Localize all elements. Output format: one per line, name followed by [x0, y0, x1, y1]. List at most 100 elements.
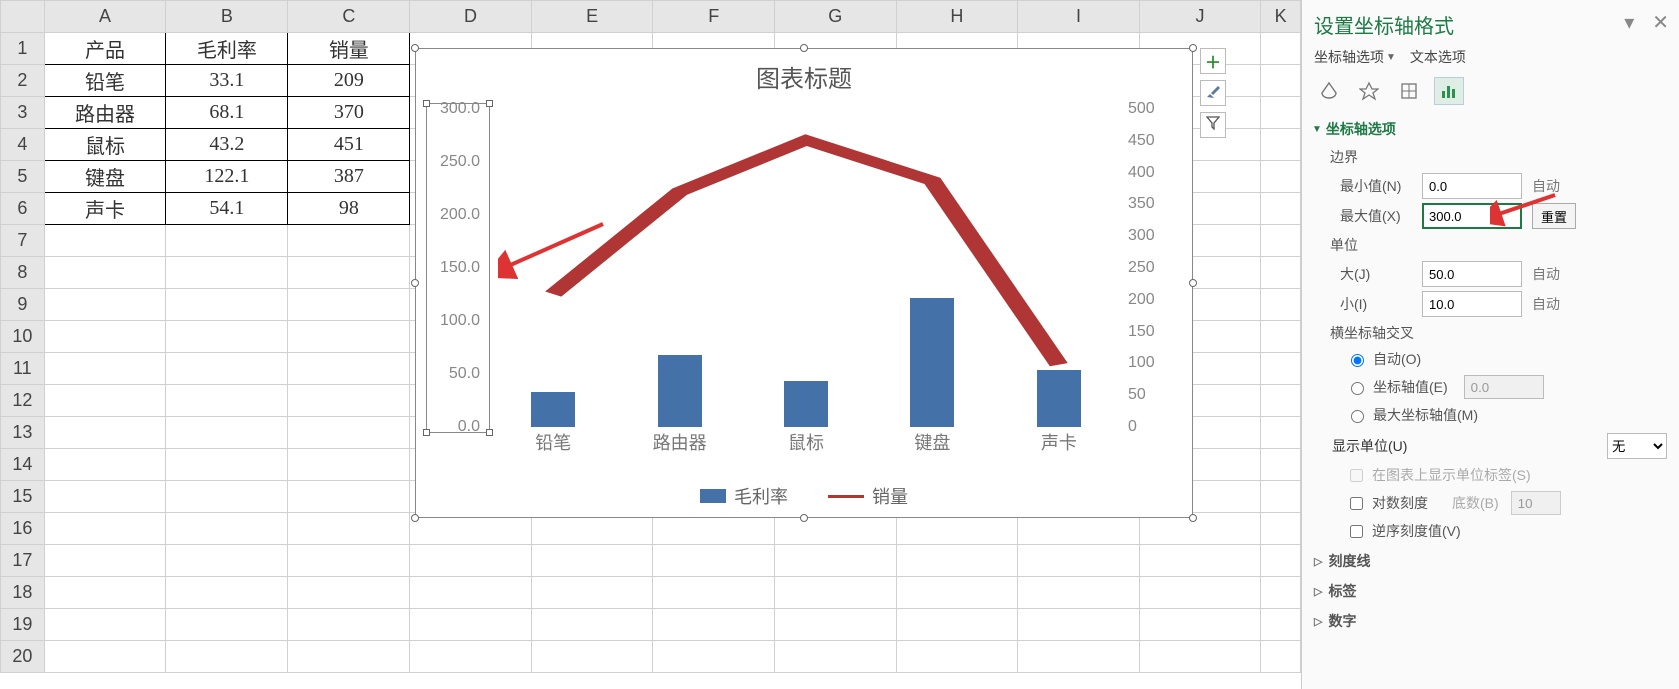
cell[interactable] — [288, 385, 410, 417]
reverse-order-checkbox[interactable] — [1350, 525, 1363, 538]
cell[interactable] — [1261, 33, 1301, 65]
cell[interactable] — [1261, 225, 1301, 257]
cell[interactable] — [44, 225, 166, 257]
cell[interactable] — [1018, 609, 1140, 641]
row-header[interactable]: 13 — [1, 417, 45, 449]
resize-handle[interactable] — [411, 514, 419, 522]
cell[interactable] — [166, 417, 288, 449]
chart-styles-button[interactable] — [1200, 80, 1226, 106]
row-header[interactable]: 19 — [1, 609, 45, 641]
cell[interactable] — [44, 545, 166, 577]
cell[interactable] — [44, 609, 166, 641]
log-scale-checkbox[interactable] — [1350, 497, 1363, 510]
resize-handle[interactable] — [1189, 279, 1197, 287]
cell[interactable] — [166, 321, 288, 353]
select-all-corner[interactable] — [1, 1, 45, 33]
major-unit-input[interactable] — [1422, 261, 1522, 287]
row-header[interactable]: 4 — [1, 129, 45, 161]
row-header[interactable]: 5 — [1, 161, 45, 193]
row-header[interactable]: 1 — [1, 33, 45, 65]
cell[interactable] — [288, 545, 410, 577]
row-header[interactable]: 6 — [1, 193, 45, 225]
cell[interactable] — [288, 289, 410, 321]
resize-handle[interactable] — [411, 44, 419, 52]
legend-item[interactable]: 毛利率 — [700, 483, 788, 509]
cross-auto-radio[interactable] — [1351, 354, 1364, 367]
cell[interactable] — [288, 417, 410, 449]
cell[interactable]: 键盘 — [44, 161, 166, 193]
cell[interactable] — [410, 545, 532, 577]
line-series[interactable] — [490, 109, 1122, 427]
category-axis[interactable]: 铅笔 路由器 鼠标 键盘 声卡 — [490, 429, 1122, 457]
cell[interactable]: 68.1 — [166, 97, 288, 129]
cell[interactable] — [653, 545, 775, 577]
cell[interactable] — [410, 609, 532, 641]
col-header[interactable]: G — [775, 1, 897, 33]
cell[interactable] — [1139, 641, 1261, 673]
resize-handle[interactable] — [800, 514, 808, 522]
cell[interactable]: 122.1 — [166, 161, 288, 193]
section-tick-marks[interactable]: 刻度线 — [1314, 551, 1667, 571]
row-header[interactable]: 3 — [1, 97, 45, 129]
cell[interactable] — [288, 257, 410, 289]
secondary-y-axis[interactable]: 0 50 100 150 200 250 300 350 400 450 500 — [1122, 109, 1182, 427]
cell[interactable]: 98 — [288, 193, 410, 225]
col-header[interactable]: H — [896, 1, 1018, 33]
cell[interactable] — [1261, 545, 1301, 577]
cell[interactable] — [531, 577, 653, 609]
col-header[interactable]: E — [531, 1, 653, 33]
legend-item[interactable]: 销量 — [828, 483, 908, 509]
cell[interactable] — [288, 449, 410, 481]
effects-icon[interactable] — [1354, 77, 1384, 105]
col-header[interactable]: J — [1139, 1, 1261, 33]
cell[interactable] — [44, 641, 166, 673]
col-header[interactable]: A — [44, 1, 166, 33]
cell[interactable] — [44, 353, 166, 385]
cell[interactable] — [775, 609, 897, 641]
cell[interactable] — [1261, 481, 1301, 513]
cell[interactable] — [1261, 577, 1301, 609]
cell[interactable] — [1261, 513, 1301, 545]
cell[interactable] — [1261, 161, 1301, 193]
cell[interactable] — [44, 385, 166, 417]
chart-filter-button[interactable] — [1200, 112, 1226, 138]
cell[interactable] — [410, 577, 532, 609]
minor-unit-input[interactable] — [1422, 291, 1522, 317]
cell[interactable] — [1261, 289, 1301, 321]
cell[interactable] — [896, 577, 1018, 609]
cross-max-radio[interactable] — [1351, 410, 1364, 423]
row-header[interactable]: 11 — [1, 353, 45, 385]
row-header[interactable]: 10 — [1, 321, 45, 353]
cell[interactable] — [44, 449, 166, 481]
cell[interactable] — [288, 513, 410, 545]
row-header[interactable]: 7 — [1, 225, 45, 257]
worksheet-area[interactable]: A B C D E F G H I J K 1产品毛利率销量2铅笔33.1209… — [0, 0, 1301, 689]
row-header[interactable]: 20 — [1, 641, 45, 673]
cell[interactable] — [1261, 609, 1301, 641]
tab-text-options[interactable]: 文本选项 — [1410, 47, 1466, 67]
cell[interactable] — [44, 289, 166, 321]
cell[interactable] — [1261, 193, 1301, 225]
cross-value-radio[interactable] — [1351, 382, 1364, 395]
section-labels[interactable]: 标签 — [1314, 581, 1667, 601]
cell[interactable] — [288, 353, 410, 385]
cell[interactable] — [1139, 609, 1261, 641]
chart-elements-button[interactable]: ＋ — [1200, 48, 1226, 74]
cell[interactable] — [531, 545, 653, 577]
cell[interactable] — [166, 513, 288, 545]
cell[interactable] — [1261, 449, 1301, 481]
cell[interactable] — [44, 417, 166, 449]
cell[interactable] — [1018, 641, 1140, 673]
chart-legend[interactable]: 毛利率 销量 — [416, 483, 1192, 509]
cell[interactable] — [1018, 577, 1140, 609]
cell[interactable] — [896, 609, 1018, 641]
cell[interactable] — [1261, 417, 1301, 449]
cell[interactable] — [1261, 97, 1301, 129]
cell[interactable] — [288, 609, 410, 641]
cell[interactable]: 鼠标 — [44, 129, 166, 161]
cell[interactable] — [1261, 641, 1301, 673]
cell[interactable] — [1018, 545, 1140, 577]
section-axis-options[interactable]: 坐标轴选项 — [1312, 119, 1667, 139]
cell[interactable] — [166, 577, 288, 609]
cell[interactable]: 54.1 — [166, 193, 288, 225]
